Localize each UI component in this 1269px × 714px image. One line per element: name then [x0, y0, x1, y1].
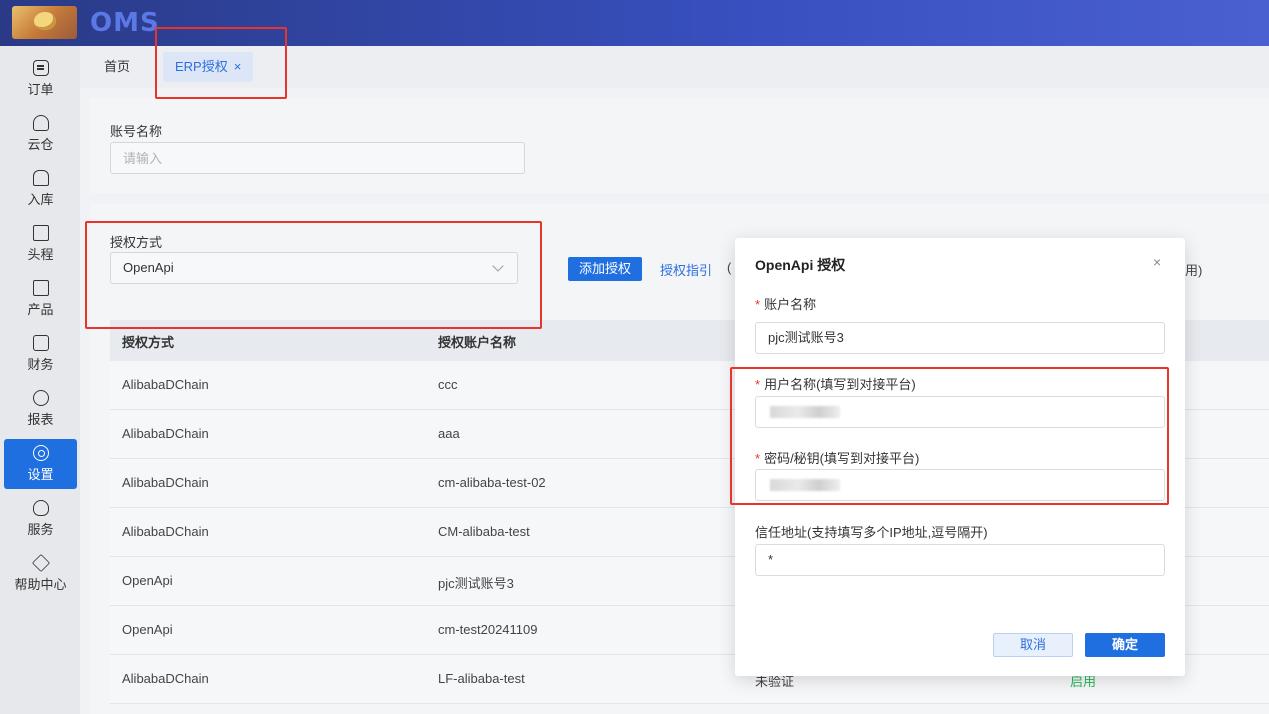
sidebar-item-label: 订单: [27, 82, 54, 97]
account-name-input[interactable]: [110, 142, 525, 174]
brand-logo-text: OMS: [90, 8, 160, 38]
logo-avatar[interactable]: [12, 6, 77, 39]
trust-address-value: *: [768, 552, 774, 567]
account-name-label: 账号名称: [110, 124, 163, 139]
cell-auth-method: AlibabaDChain: [122, 671, 209, 686]
sidebar-item-label: 云仓: [27, 137, 54, 152]
sidebar-item-label: 入库: [27, 192, 54, 207]
sidebar-item-label: 设置: [27, 467, 54, 482]
sidebar-item-products[interactable]: 产品: [4, 274, 77, 324]
tab-label: 首页: [104, 59, 131, 74]
cell-account-name: cm-test20241109: [438, 622, 538, 637]
auth-guide-link[interactable]: 授权指引: [660, 260, 712, 279]
account-name-field-label: * 账户名称: [755, 297, 817, 312]
cell-auth-method: AlibabaDChain: [122, 426, 209, 441]
sidebar-item-reports[interactable]: 报表: [4, 384, 77, 434]
close-icon[interactable]: ×: [1153, 254, 1161, 270]
highlight-box-credentials: [730, 367, 1169, 505]
sidebar-item-inbound[interactable]: 入库: [4, 164, 77, 214]
sidebar-item-finance[interactable]: 财务: [4, 329, 77, 379]
trust-address-label: 信任地址(支持填写多个IP地址,逗号隔开): [755, 525, 988, 540]
sidebar-item-label: 报表: [27, 412, 54, 427]
cell-account-name: aaa: [438, 426, 460, 441]
required-mark: *: [755, 297, 761, 312]
gear-icon: [32, 445, 49, 461]
inbound-icon: [32, 170, 49, 186]
cell-auth-method: OpenApi: [122, 573, 173, 588]
cloud-warehouse-icon: [32, 115, 49, 131]
cell-auth-method: AlibabaDChain: [122, 475, 209, 490]
cell-auth-method: AlibabaDChain: [122, 524, 209, 539]
sidebar-item-label: 财务: [27, 357, 54, 372]
highlight-box-auth-method: [85, 221, 542, 329]
service-icon: [32, 500, 49, 516]
column-header-auth-method: 授权方式: [122, 335, 175, 350]
sidebar-item-help-center[interactable]: 帮助中心: [4, 549, 77, 599]
product-icon: [32, 280, 49, 296]
right-suffix-text: 用): [1185, 263, 1203, 278]
trust-address-field[interactable]: *: [755, 544, 1165, 576]
dialog-title: OpenApi 授权: [755, 257, 846, 273]
cell-auth-method: AlibabaDChain: [122, 377, 209, 392]
cell-account-name: CM-alibaba-test: [438, 524, 530, 539]
cell-auth-method: OpenApi: [122, 622, 173, 637]
cell-account-name: ccc: [438, 377, 458, 392]
truck-icon: [32, 225, 49, 241]
confirm-button[interactable]: 确定: [1085, 633, 1165, 657]
account-name-field[interactable]: pjc测试账号3: [755, 322, 1165, 354]
sidebar-item-service[interactable]: 服务: [4, 494, 77, 544]
cell-account-name: cm-alibaba-test-02: [438, 475, 546, 490]
sidebar: 订单 云仓 入库 头程 产品 财务 报表 设置 服务 帮助中心: [0, 46, 80, 714]
report-icon: [32, 390, 49, 406]
add-auth-button[interactable]: 添加授权: [568, 257, 643, 281]
finance-icon: [32, 335, 49, 351]
sidebar-item-label: 服务: [27, 522, 54, 537]
cell-account-name: pjc测试账号3: [438, 576, 514, 591]
guide-suffix-text: (: [727, 260, 732, 275]
sidebar-item-cloud-warehouse[interactable]: 云仓: [4, 109, 77, 159]
account-name-value: pjc测试账号3: [768, 330, 844, 345]
column-header-account-name: 授权账户名称: [438, 335, 517, 350]
cell-account-name: LF-alibaba-test: [438, 671, 525, 686]
sidebar-item-label: 帮助中心: [14, 577, 67, 592]
sidebar-item-label: 头程: [27, 247, 54, 262]
help-icon: [31, 553, 50, 573]
sidebar-item-first-leg[interactable]: 头程: [4, 219, 77, 269]
sidebar-item-label: 产品: [27, 302, 54, 317]
tab-home[interactable]: 首页: [92, 52, 142, 82]
highlight-box-tab: [155, 27, 287, 99]
sidebar-item-orders[interactable]: 订单: [4, 54, 77, 104]
order-icon: [32, 60, 49, 76]
sidebar-item-settings[interactable]: 设置: [4, 439, 77, 489]
cancel-button[interactable]: 取消: [993, 633, 1073, 657]
